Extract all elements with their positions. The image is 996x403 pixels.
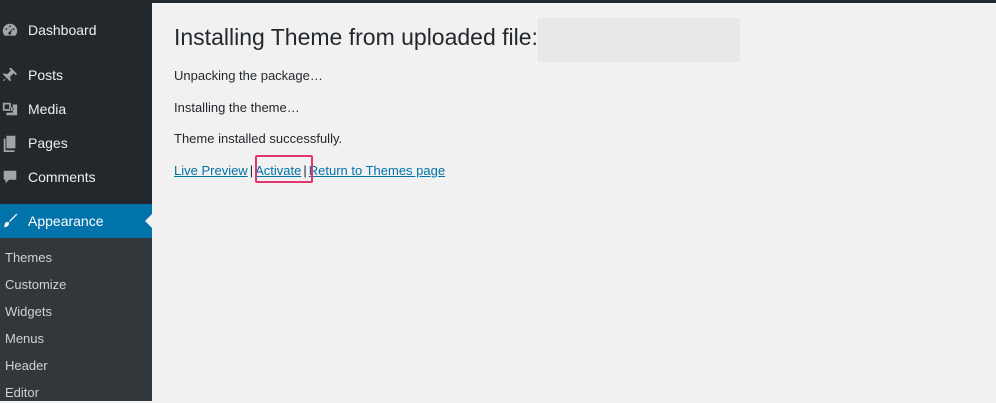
sidebar-item-label: Posts	[28, 67, 64, 83]
dashboard-icon	[0, 20, 20, 40]
appearance-submenu: Themes Customize Widgets Menus Header Ed…	[0, 238, 152, 401]
redacted-filename	[538, 18, 740, 62]
submenu-item-header[interactable]: Header	[5, 356, 48, 376]
submenu-item-editor[interactable]: Editor	[5, 383, 39, 403]
status-unpacking: Unpacking the package…	[174, 68, 323, 83]
sidebar-item-dashboard[interactable]: Dashboard	[0, 14, 152, 46]
return-to-themes-link[interactable]: Return to Themes page	[309, 163, 445, 178]
submenu-item-menus[interactable]: Menus	[5, 329, 44, 349]
sidebar-item-label: Appearance	[28, 213, 104, 229]
sidebar-item-label: Media	[28, 101, 67, 117]
sidebar-item-media[interactable]: Media	[0, 93, 152, 125]
sidebar-item-pages[interactable]: Pages	[0, 127, 152, 159]
main-content: Installing Theme from uploaded file: Unp…	[152, 3, 996, 401]
pages-icon	[0, 133, 20, 153]
sidebar-item-comments[interactable]: Comments	[0, 161, 152, 193]
sidebar-item-label: Pages	[28, 135, 68, 151]
page-title: Installing Theme from uploaded file:	[174, 24, 538, 50]
paintbrush-icon	[0, 211, 20, 231]
submenu-item-customize[interactable]: Customize	[5, 275, 66, 295]
submenu-item-themes[interactable]: Themes	[5, 248, 52, 268]
status-installing: Installing the theme…	[174, 100, 300, 115]
sidebar-item-posts[interactable]: Posts	[0, 59, 152, 91]
activate-link[interactable]: Activate	[255, 163, 301, 178]
sidebar-item-appearance[interactable]: Appearance	[0, 204, 153, 238]
separator: |	[249, 163, 254, 178]
pin-icon	[0, 65, 20, 85]
sidebar-item-label: Comments	[28, 169, 96, 185]
separator: |	[303, 163, 307, 178]
action-links: Live Preview | Activate | Return to Themes p…	[174, 162, 445, 180]
comments-icon	[0, 167, 20, 187]
media-icon	[0, 99, 20, 119]
admin-sidebar: Dashboard Posts Media Pages Comments App…	[0, 0, 153, 401]
sidebar-item-label: Dashboard	[28, 22, 97, 38]
status-success: Theme installed successfully.	[174, 131, 343, 146]
submenu-item-widgets[interactable]: Widgets	[5, 302, 52, 322]
live-preview-link[interactable]: Live Preview	[174, 163, 248, 178]
